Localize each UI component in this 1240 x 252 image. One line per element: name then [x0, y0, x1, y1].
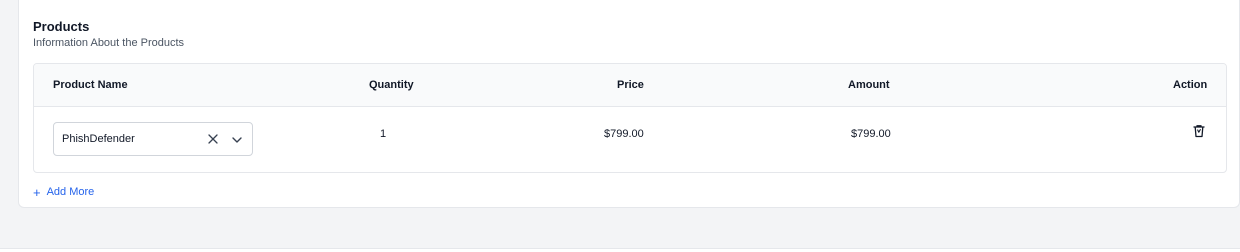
close-icon[interactable] — [206, 132, 220, 146]
header-action: Action — [1173, 79, 1208, 91]
products-card: Products Information About the Products … — [18, 0, 1240, 208]
row-amount: $799.00 — [851, 128, 891, 140]
add-more-button[interactable]: + Add More — [33, 184, 95, 200]
section-title: Products — [33, 19, 90, 34]
row-quantity: 1 — [380, 128, 387, 140]
chevron-down-icon[interactable] — [230, 133, 244, 147]
products-table: Product Name Quantity Price Amount Actio… — [33, 63, 1227, 173]
header-price: Price — [617, 79, 644, 91]
table-header: Product Name Quantity Price Amount Actio… — [34, 64, 1226, 107]
plus-icon: + — [33, 184, 41, 200]
add-more-label: Add More — [46, 186, 95, 198]
product-select-value: PhishDefender — [62, 133, 135, 145]
row-price: $799.00 — [604, 128, 644, 140]
header-amount: Amount — [848, 79, 890, 91]
product-select[interactable]: PhishDefender — [53, 122, 253, 156]
trash-icon[interactable] — [1191, 123, 1207, 139]
section-subtitle: Information About the Products — [33, 37, 185, 49]
header-product-name: Product Name — [53, 79, 128, 91]
footer-area — [0, 248, 1240, 252]
header-quantity: Quantity — [369, 79, 414, 91]
